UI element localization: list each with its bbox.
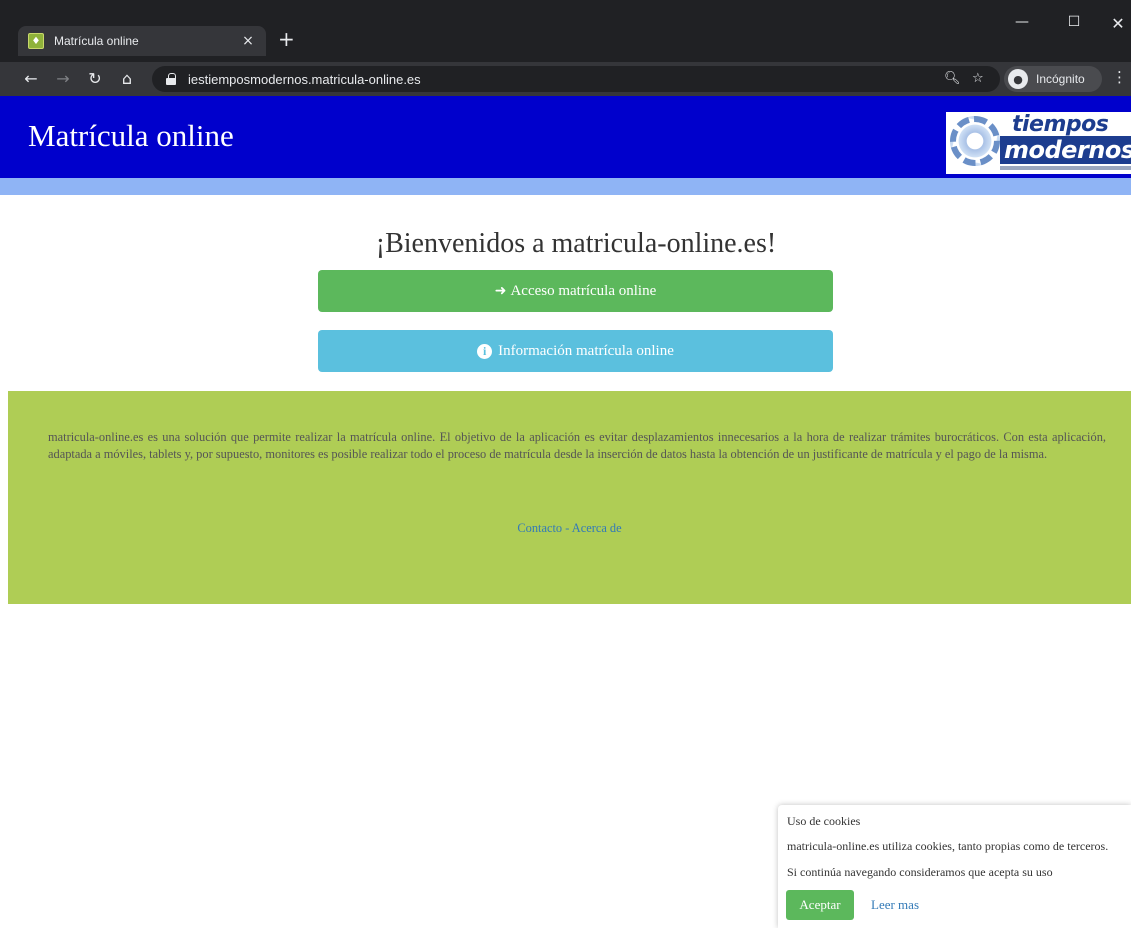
logo-word-tiempos: tiempos: [1012, 112, 1109, 137]
cookie-read-more-link[interactable]: Leer mas: [871, 897, 919, 913]
contact-link[interactable]: Contacto: [517, 521, 562, 535]
incognito-profile-button[interactable]: ● Incógnito: [1004, 66, 1102, 92]
browser-toolbar: ← → ↻ ⌂ iestiemposmodernos.matricula-onl…: [0, 62, 1131, 96]
incognito-label: Incógnito: [1036, 72, 1085, 86]
welcome-heading: ¡Bienvenidos a matricula-online.es!: [375, 228, 777, 259]
browser-titlebar: ♦ Matrícula online × + — ☐ ✕: [0, 0, 1131, 62]
enrollment-info-button[interactable]: i Información matrícula online: [318, 330, 833, 372]
site-title: Matrícula online: [28, 118, 234, 153]
enrollment-info-label: Información matrícula online: [498, 342, 674, 359]
url-text[interactable]: iestiemposmodernos.matricula-online.es: [188, 72, 421, 87]
cookie-notice: Uso de cookies matricula-online.es utili…: [778, 805, 1131, 928]
window-close-icon[interactable]: ✕: [1106, 14, 1130, 33]
address-bar[interactable]: iestiemposmodernos.matricula-online.es 🔍…: [152, 66, 1000, 92]
tab-close-icon[interactable]: ×: [240, 33, 256, 49]
site-header: Matrícula online tiempos modernos: [0, 96, 1131, 178]
reload-icon[interactable]: ↻: [84, 68, 106, 90]
footer: matricula-online.es es una solución que …: [8, 391, 1131, 604]
new-tab-icon[interactable]: +: [278, 28, 295, 50]
bookmark-star-icon[interactable]: ☆: [972, 71, 984, 86]
cookie-accept-button[interactable]: Aceptar: [786, 890, 854, 920]
cookie-text-line2: Si continúa navegando consideramos que a…: [787, 865, 1053, 879]
minimize-icon[interactable]: —: [1010, 14, 1034, 30]
back-icon[interactable]: ←: [20, 68, 42, 90]
forward-icon[interactable]: →: [52, 68, 74, 90]
cookie-text-line1: matricula-online.es utiliza cookies, tan…: [787, 839, 1109, 853]
tab-title: Matrícula online: [54, 34, 139, 48]
access-enrollment-label: Acceso matrícula online: [510, 282, 657, 299]
footer-links: Contacto - Acerca de: [8, 521, 1131, 536]
cookie-title: Uso de cookies: [787, 814, 861, 828]
incognito-icon: ●: [1008, 69, 1028, 89]
home-icon[interactable]: ⌂: [116, 68, 138, 90]
header-accent-band: [0, 178, 1131, 195]
info-icon: i: [477, 343, 493, 359]
lock-icon[interactable]: [166, 73, 176, 85]
logo-word-modernos: modernos: [1000, 136, 1131, 164]
browser-tab[interactable]: ♦ Matrícula online ×: [18, 26, 266, 56]
logo-subtitle-strip: [1000, 166, 1131, 170]
access-enrollment-button[interactable]: ➜ Acceso matrícula online: [318, 270, 833, 312]
school-logo: tiempos modernos: [946, 112, 1131, 174]
maximize-icon[interactable]: ☐: [1062, 14, 1086, 30]
gear-icon: [950, 116, 1000, 166]
footer-description: matricula-online.es es una solución que …: [48, 430, 1106, 461]
site-favicon-icon: ♦: [28, 33, 44, 49]
about-link[interactable]: Acerca de: [572, 521, 622, 535]
footer-link-separator: -: [562, 521, 572, 535]
browser-menu-icon[interactable]: ⋮: [1112, 68, 1127, 86]
zoom-icon[interactable]: 🔍︎: [944, 71, 961, 86]
sign-in-icon: ➜: [494, 283, 507, 299]
